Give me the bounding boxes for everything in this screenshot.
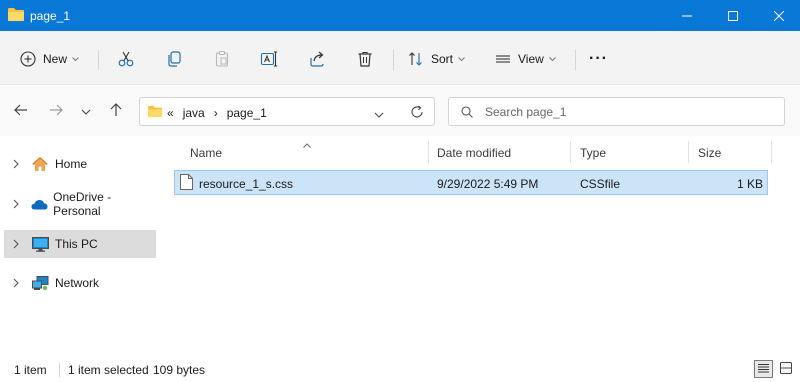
new-button[interactable]: New bbox=[20, 44, 79, 74]
navigation-pane: Home OneDrive - Personal This PC Network bbox=[0, 137, 160, 355]
column-divider[interactable] bbox=[771, 141, 772, 163]
column-header-type[interactable]: Type bbox=[580, 146, 606, 160]
file-row[interactable]: resource_1_s.css 9/29/2022 5:49 PM CSSfi… bbox=[174, 170, 768, 195]
clipboard-icon bbox=[213, 50, 231, 68]
delete-button[interactable] bbox=[356, 44, 374, 74]
tiles-view-button[interactable] bbox=[776, 360, 795, 378]
chevron-down-icon bbox=[72, 56, 79, 62]
selection-count: 1 item selected bbox=[68, 363, 149, 377]
view-button[interactable]: View bbox=[495, 44, 556, 74]
sidebar-item-home[interactable]: Home bbox=[4, 150, 156, 178]
sidebar-item-label: OneDrive - Personal bbox=[53, 190, 112, 218]
close-button[interactable] bbox=[756, 0, 800, 31]
recent-locations-button[interactable] bbox=[75, 100, 97, 122]
command-separator bbox=[393, 50, 394, 70]
column-divider[interactable] bbox=[570, 141, 571, 163]
sidebar-item-onedrive[interactable]: OneDrive - Personal bbox=[4, 190, 156, 218]
share-icon bbox=[308, 50, 326, 68]
search-icon bbox=[461, 106, 473, 121]
item-count: 1 item bbox=[14, 363, 47, 377]
arrow-right-icon bbox=[49, 104, 63, 119]
breadcrumb-overflow[interactable]: « bbox=[167, 106, 174, 120]
details-view-button[interactable] bbox=[754, 360, 773, 378]
file-name: resource_1_s.css bbox=[199, 177, 294, 191]
copy-button[interactable] bbox=[165, 44, 183, 74]
selection-size: 109 bytes bbox=[153, 363, 206, 377]
plus-circle-icon bbox=[20, 51, 36, 67]
navigation-bar: « java › page_1 bbox=[0, 86, 800, 136]
sort-button[interactable]: Sort bbox=[408, 44, 465, 74]
search-input[interactable] bbox=[485, 103, 775, 121]
details-view-icon bbox=[758, 362, 769, 376]
arrow-left-icon bbox=[14, 104, 28, 119]
more-options-button[interactable]: ··· bbox=[589, 44, 608, 74]
share-button[interactable] bbox=[308, 44, 326, 74]
view-lines-icon bbox=[495, 51, 511, 67]
address-dropdown-icon[interactable] bbox=[374, 107, 384, 121]
window-title: page_1 bbox=[30, 9, 71, 23]
network-icon bbox=[32, 275, 50, 291]
trash-icon bbox=[356, 50, 374, 68]
arrow-up-icon bbox=[110, 102, 122, 120]
status-bar: 1 item 1 item selected 109 bytes bbox=[0, 356, 800, 382]
paste-button[interactable] bbox=[213, 44, 231, 74]
sort-label: Sort bbox=[431, 52, 454, 66]
tiles-view-icon bbox=[779, 361, 792, 377]
column-header-size[interactable]: Size bbox=[698, 146, 721, 160]
folder-icon bbox=[148, 105, 162, 120]
file-date-modified: 9/29/2022 5:49 PM bbox=[437, 177, 539, 191]
cut-button[interactable] bbox=[117, 44, 135, 74]
column-divider[interactable] bbox=[428, 141, 429, 163]
file-type: CSSfile bbox=[580, 177, 621, 191]
breadcrumb-page-1[interactable]: page_1 bbox=[227, 106, 267, 120]
new-label: New bbox=[43, 52, 68, 66]
chevron-right-icon[interactable] bbox=[8, 199, 23, 209]
chevron-right-icon[interactable] bbox=[8, 159, 24, 169]
sidebar-item-label: This PC bbox=[55, 237, 98, 251]
folder-icon bbox=[8, 7, 24, 24]
document-icon bbox=[180, 174, 193, 193]
column-header-date[interactable]: Date modified bbox=[437, 146, 511, 160]
chevron-right-icon[interactable] bbox=[8, 239, 24, 249]
status-divider bbox=[59, 363, 60, 377]
sidebar-item-this-pc[interactable]: This PC bbox=[4, 230, 156, 258]
address-bar[interactable]: « java › page_1 bbox=[139, 97, 435, 126]
command-bar: New Sort View ··· bbox=[0, 31, 800, 85]
minimize-button[interactable] bbox=[664, 0, 710, 31]
home-icon bbox=[32, 156, 50, 172]
back-button[interactable] bbox=[10, 100, 32, 122]
pc-monitor-icon bbox=[32, 236, 50, 252]
more-label: ··· bbox=[589, 50, 608, 67]
onedrive-cloud-icon bbox=[31, 199, 48, 210]
breadcrumb-java[interactable]: java bbox=[183, 106, 205, 120]
column-divider[interactable] bbox=[688, 141, 689, 163]
command-separator bbox=[98, 50, 99, 70]
refresh-icon[interactable] bbox=[410, 105, 424, 122]
sort-ascending-icon bbox=[303, 137, 311, 151]
rename-button[interactable] bbox=[260, 44, 278, 74]
scissors-icon bbox=[117, 50, 135, 68]
forward-button[interactable] bbox=[45, 100, 67, 122]
title-bar: page_1 bbox=[0, 0, 800, 31]
command-separator bbox=[575, 50, 576, 70]
view-label: View bbox=[518, 52, 544, 66]
sort-arrows-icon bbox=[408, 51, 424, 67]
chevron-down-icon bbox=[458, 56, 465, 62]
file-size: 1 KB bbox=[736, 177, 763, 191]
breadcrumb-separator: › bbox=[213, 105, 218, 120]
up-button[interactable] bbox=[105, 100, 127, 122]
chevron-down-icon bbox=[81, 104, 91, 118]
search-box[interactable] bbox=[448, 97, 785, 126]
chevron-down-icon bbox=[548, 56, 556, 62]
file-list: Name Date modified Type Size resource_1_… bbox=[160, 137, 800, 355]
copy-icon bbox=[165, 50, 183, 68]
maximize-button[interactable] bbox=[710, 0, 756, 31]
sidebar-item-label: Home bbox=[55, 157, 88, 171]
sidebar-item-network[interactable]: Network bbox=[4, 269, 156, 297]
rename-icon bbox=[260, 50, 278, 68]
chevron-right-icon[interactable] bbox=[8, 278, 24, 288]
sidebar-item-label: Network bbox=[55, 276, 100, 290]
column-header-name[interactable]: Name bbox=[190, 146, 222, 160]
